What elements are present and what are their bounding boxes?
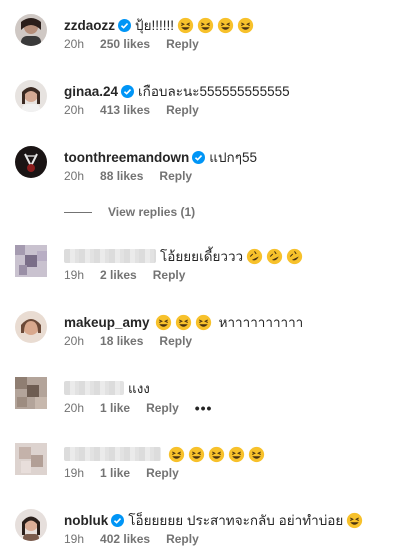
- comment-text: โอ็ยยยยย ประสาทจะกลับ อย่าทำบ่อย: [128, 513, 344, 528]
- reply-button[interactable]: Reply: [146, 466, 179, 480]
- comment-line: โอ้ยยยเดี้ยววว: [64, 245, 303, 267]
- laughing-emoji-icon: [228, 446, 245, 462]
- avatar[interactable]: [15, 311, 47, 343]
- likes-count[interactable]: 18 likes: [100, 334, 143, 348]
- avatar[interactable]: [15, 377, 47, 409]
- verified-badge-icon: [111, 513, 125, 527]
- comment-text: หาาาาาาาาาา: [218, 315, 304, 330]
- avatar[interactable]: [15, 146, 47, 178]
- comment-meta: 20h 1 like Reply •••: [64, 400, 228, 416]
- timestamp: 20h: [64, 401, 85, 415]
- reply-button[interactable]: Reply: [159, 169, 192, 183]
- username[interactable]: zzdaozz: [64, 18, 115, 33]
- comment-line: nobluk โอ็ยยยยย ประสาทจะกลับ อย่าทำบ่อย: [64, 509, 363, 531]
- username-redacted: [64, 249, 156, 263]
- username-redacted: [64, 447, 161, 461]
- verified-badge-icon: [192, 150, 206, 164]
- likes-count[interactable]: 402 likes: [100, 532, 150, 546]
- comment-line: แงง: [64, 377, 150, 399]
- verified-badge-icon: [118, 18, 132, 32]
- comment-text: เกือบละนะ555555555555: [138, 84, 290, 99]
- likes-count[interactable]: 2 likes: [100, 268, 137, 282]
- comment-meta: 20h 18 likes Reply: [64, 334, 208, 348]
- avatar[interactable]: [15, 245, 47, 277]
- comment-meta: 20h 413 likes Reply: [64, 103, 215, 117]
- rofl-emoji-icon: [266, 248, 283, 264]
- comment-line: zzdaozz ปุ้ย!!!!!!: [64, 14, 254, 36]
- laughing-emoji-icon: [237, 17, 254, 33]
- laughing-emoji-icon: [168, 446, 185, 462]
- comment-line: toonthreemandown แปกๆ55: [64, 146, 257, 168]
- avatar[interactable]: [15, 509, 47, 541]
- laughing-emoji-icon: [217, 17, 234, 33]
- reply-button[interactable]: Reply: [166, 37, 199, 51]
- comment-line: makeup_amy หาาาาาาาาาา: [64, 311, 303, 333]
- laughing-emoji-icon: [177, 17, 194, 33]
- laughing-emoji-icon: [197, 17, 214, 33]
- likes-count[interactable]: 250 likes: [100, 37, 150, 51]
- laughing-emoji-icon: [347, 512, 363, 528]
- view-replies-button[interactable]: View replies (1): [64, 205, 195, 219]
- laughing-emoji-icon: [155, 314, 171, 330]
- divider: [64, 211, 92, 213]
- avatar[interactable]: [15, 14, 47, 46]
- timestamp: 20h: [64, 37, 85, 51]
- username[interactable]: nobluk: [64, 513, 108, 528]
- timestamp: 20h: [64, 334, 85, 348]
- comment-meta: 19h 2 likes Reply: [64, 268, 201, 282]
- timestamp: 19h: [64, 466, 85, 480]
- comment-text: โอ้ยยยเดี้ยววว: [160, 249, 244, 264]
- verified-badge-icon: [121, 84, 135, 98]
- comment-line: ginaa.24 เกือบละนะ555555555555: [64, 80, 290, 102]
- reply-button[interactable]: Reply: [153, 268, 186, 282]
- rofl-emoji-icon: [246, 248, 263, 264]
- username[interactable]: makeup_amy: [64, 315, 150, 330]
- timestamp: 19h: [64, 532, 85, 546]
- reply-button[interactable]: Reply: [166, 103, 199, 117]
- timestamp: 20h: [64, 103, 85, 117]
- comment-line: [64, 443, 265, 465]
- rofl-emoji-icon: [286, 248, 303, 264]
- laughing-emoji-icon: [248, 446, 265, 462]
- comment-meta: 20h 250 likes Reply: [64, 37, 215, 51]
- avatar[interactable]: [15, 443, 47, 475]
- username[interactable]: ginaa.24: [64, 84, 118, 99]
- reply-button[interactable]: Reply: [159, 334, 192, 348]
- view-replies-label: View replies (1): [108, 205, 196, 219]
- comment-text: ปุ้ย!!!!!!: [135, 18, 174, 33]
- timestamp: 20h: [64, 169, 85, 183]
- comment-meta: 19h 1 like Reply: [64, 466, 195, 480]
- comment-text: แงง: [128, 381, 150, 396]
- avatar[interactable]: [15, 80, 47, 112]
- laughing-emoji-icon: [195, 314, 211, 330]
- reply-button[interactable]: Reply: [146, 401, 179, 415]
- comment-text: แปกๆ55: [209, 150, 257, 165]
- comment-meta: 20h 88 likes Reply: [64, 169, 208, 183]
- laughing-emoji-icon: [208, 446, 225, 462]
- laughing-emoji-icon: [188, 446, 205, 462]
- likes-count[interactable]: 1 like: [100, 466, 130, 480]
- comment-meta: 19h 402 likes Reply: [64, 532, 215, 546]
- more-options-icon[interactable]: •••: [195, 400, 213, 416]
- likes-count[interactable]: 88 likes: [100, 169, 143, 183]
- username[interactable]: toonthreemandown: [64, 150, 189, 165]
- likes-count[interactable]: 413 likes: [100, 103, 150, 117]
- reply-button[interactable]: Reply: [166, 532, 199, 546]
- timestamp: 19h: [64, 268, 85, 282]
- laughing-emoji-icon: [175, 314, 191, 330]
- likes-count[interactable]: 1 like: [100, 401, 130, 415]
- username-redacted: [64, 381, 124, 395]
